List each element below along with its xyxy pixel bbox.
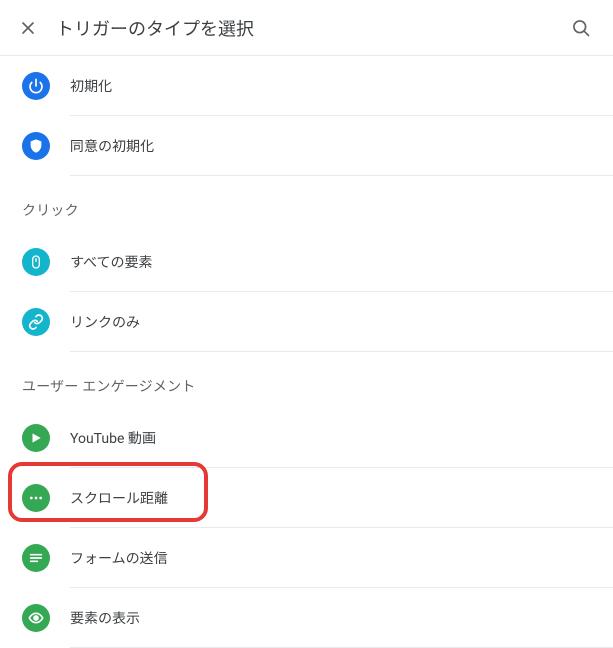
close-icon [18,18,38,38]
trigger-item-label: YouTube 動画 [70,428,156,448]
trigger-item-label: 要素の表示 [70,608,140,628]
trigger-item-label: すべての要素 [70,252,152,272]
trigger-item-label: 同意の初期化 [70,136,154,156]
trigger-item-all-elements[interactable]: すべての要素 [0,232,613,292]
eye-icon [22,604,50,632]
divider [70,351,613,352]
trigger-item-label: スクロール距離 [70,488,168,508]
modal-title: トリガーのタイプを選択 [56,15,561,41]
trigger-item-just-links[interactable]: リンクのみ [0,292,613,352]
trigger-item-label: フォームの送信 [70,548,168,568]
trigger-item-label: リンクのみ [70,312,140,332]
trigger-item-consent-initialization[interactable]: 同意の初期化 [0,116,613,176]
play-icon [22,424,50,452]
trigger-item-initialization[interactable]: 初期化 [0,56,613,116]
scroll-icon [22,484,50,512]
form-icon [22,544,50,572]
mouse-icon [22,248,50,276]
search-button[interactable] [561,8,601,48]
modal-header: トリガーのタイプを選択 [0,0,613,56]
section-header-click: クリック [0,176,613,232]
shield-icon [22,132,50,160]
trigger-item-scroll-depth[interactable]: スクロール距離 [0,468,613,528]
trigger-item-form-submission[interactable]: フォームの送信 [0,528,613,588]
trigger-type-list: 初期化 同意の初期化 クリック すべての要素 リンクのみ [0,56,613,648]
trigger-item-label: 初期化 [70,76,112,96]
search-icon [571,18,591,38]
link-icon [22,308,50,336]
divider [70,175,613,176]
trigger-item-element-visibility[interactable]: 要素の表示 [0,588,613,648]
power-icon [22,72,50,100]
close-button[interactable] [8,8,48,48]
section-header-engagement: ユーザー エンゲージメント [0,352,613,408]
trigger-item-youtube-video[interactable]: YouTube 動画 [0,408,613,468]
